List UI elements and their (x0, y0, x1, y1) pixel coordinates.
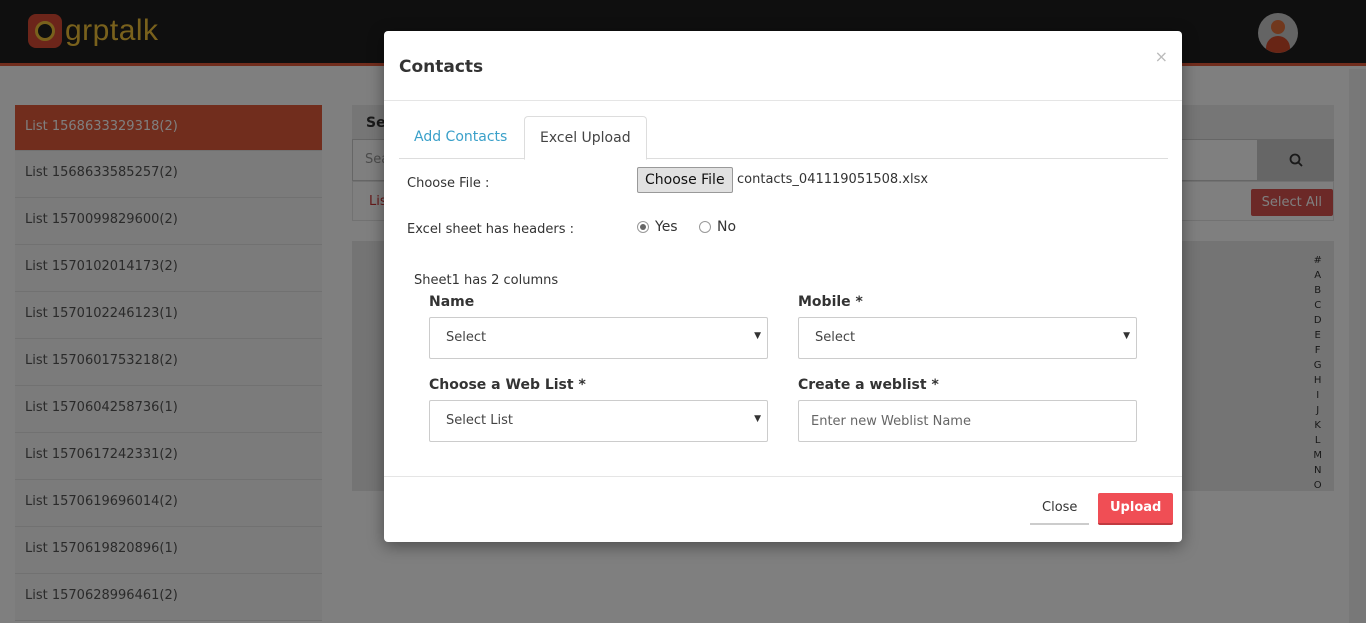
close-button[interactable]: Close (1030, 493, 1090, 525)
headers-no-label: No (717, 219, 737, 235)
web-list-select-value: Select List (446, 413, 513, 428)
close-icon[interactable]: × (1155, 47, 1168, 66)
choose-file-button[interactable]: Choose File (637, 167, 733, 193)
selected-file-name: contacts_041119051508.xlsx (737, 172, 929, 187)
headers-no-radio[interactable]: No (699, 219, 736, 235)
name-select[interactable]: Select ▼ (429, 317, 768, 359)
create-weblist-input[interactable] (798, 400, 1137, 442)
web-list-label: Choose a Web List * (429, 377, 586, 393)
modal-title: Contacts (399, 57, 484, 77)
upload-button[interactable]: Upload (1098, 493, 1174, 525)
radio-checked-icon (637, 221, 649, 233)
sheet-info: Sheet1 has 2 columns (414, 273, 559, 288)
radio-unchecked-icon (699, 221, 711, 233)
chevron-down-icon: ▼ (754, 414, 761, 424)
headers-label: Excel sheet has headers : (407, 222, 575, 237)
tab-add-contacts[interactable]: Add Contacts (399, 116, 522, 159)
contacts-modal: Contacts × Add Contacts Excel Upload Cho… (384, 31, 1182, 542)
headers-yes-label: Yes (655, 219, 678, 235)
create-weblist-label: Create a weblist * (798, 377, 939, 393)
name-label: Name (429, 294, 475, 310)
tab-excel-upload[interactable]: Excel Upload (524, 116, 647, 160)
mobile-label: Mobile * (798, 294, 863, 310)
web-list-select[interactable]: Select List ▼ (429, 400, 768, 442)
mobile-select[interactable]: Select ▼ (798, 317, 1137, 359)
chevron-down-icon: ▼ (754, 331, 761, 341)
modal-header: Contacts × (384, 31, 1182, 101)
mobile-select-value: Select (815, 330, 856, 345)
name-select-value: Select (446, 330, 487, 345)
modal-tabs: Add Contacts Excel Upload (399, 116, 1168, 160)
headers-yes-radio[interactable]: Yes (637, 219, 678, 235)
modal-footer: Close Upload (384, 476, 1182, 542)
chevron-down-icon: ▼ (1123, 331, 1130, 341)
choose-file-label: Choose File : (407, 176, 490, 191)
